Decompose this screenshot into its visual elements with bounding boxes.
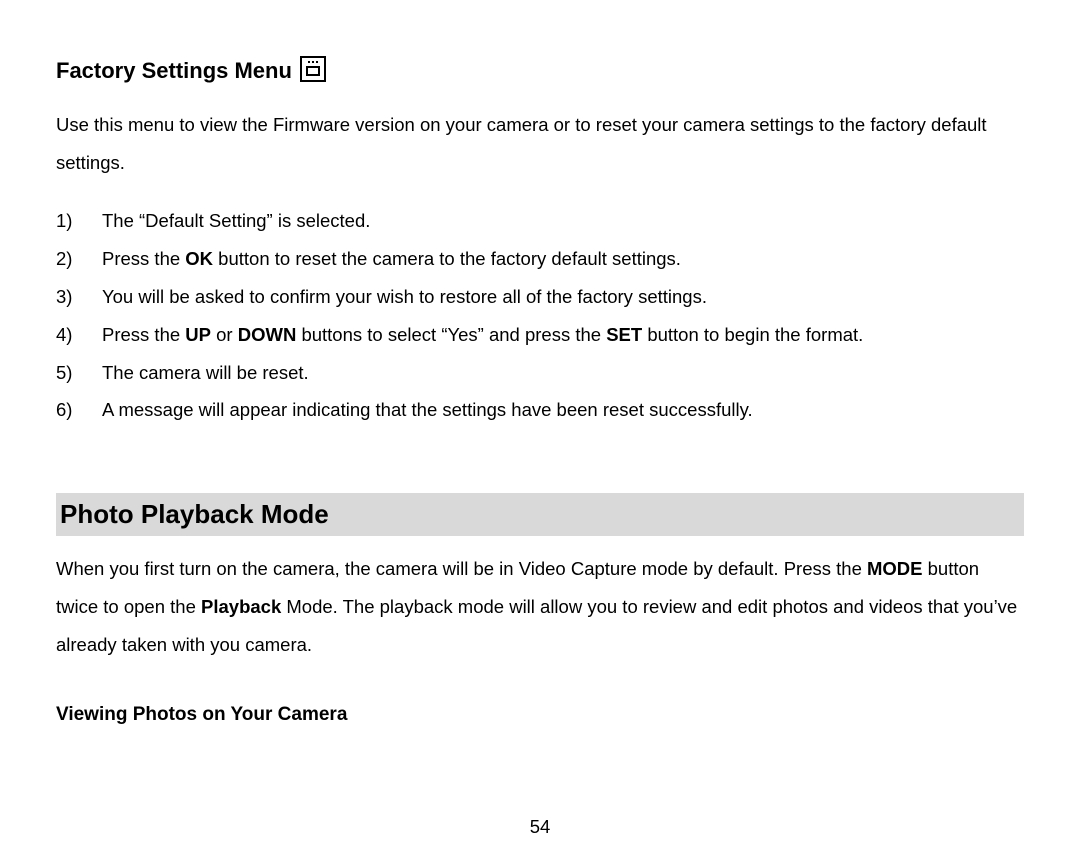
step-4-g: button to begin the format.: [642, 324, 863, 345]
page-number: 54: [0, 816, 1080, 838]
step-4-c: or: [211, 324, 238, 345]
photo-playback-heading: Photo Playback Mode: [56, 493, 1024, 536]
step-1: The “Default Setting” is selected.: [56, 202, 1024, 240]
step-4-up: UP: [185, 324, 211, 345]
photo-playback-paragraph: When you first turn on the camera, the c…: [56, 550, 1024, 664]
factory-settings-heading-row: Factory Settings Menu: [56, 58, 1024, 84]
pp-mode: MODE: [867, 558, 923, 579]
step-4-e: buttons to select “Yes” and press the: [296, 324, 606, 345]
step-1-text: The “Default Setting” is selected.: [102, 210, 370, 231]
step-4: Press the UP or DOWN buttons to select “…: [56, 316, 1024, 354]
factory-settings-steps: The “Default Setting” is selected. Press…: [56, 202, 1024, 430]
step-4-down: DOWN: [238, 324, 297, 345]
factory-settings-heading: Factory Settings Menu: [56, 58, 292, 84]
step-2-c: button to reset the camera to the factor…: [213, 248, 681, 269]
factory-settings-intro: Use this menu to view the Firmware versi…: [56, 106, 1024, 182]
document-page: Factory Settings Menu Use this menu to v…: [0, 0, 1080, 864]
icon-inner-rect: [306, 66, 320, 76]
step-2: Press the OK button to reset the camera …: [56, 240, 1024, 278]
step-3: You will be asked to confirm your wish t…: [56, 278, 1024, 316]
step-4-a: Press the: [102, 324, 185, 345]
step-5-text: The camera will be reset.: [102, 362, 309, 383]
step-6: A message will appear indicating that th…: [56, 391, 1024, 429]
step-3-text: You will be asked to confirm your wish t…: [102, 286, 707, 307]
step-4-set: SET: [606, 324, 642, 345]
step-6-text: A message will appear indicating that th…: [102, 399, 753, 420]
settings-box-icon: [300, 56, 326, 82]
icon-dots: [302, 61, 324, 63]
step-2-a: Press the: [102, 248, 185, 269]
step-5: The camera will be reset.: [56, 354, 1024, 392]
step-2-ok: OK: [185, 248, 213, 269]
viewing-photos-subheading: Viewing Photos on Your Camera: [56, 704, 1024, 726]
pp-playback: Playback: [201, 596, 281, 617]
pp-a: When you first turn on the camera, the c…: [56, 558, 867, 579]
